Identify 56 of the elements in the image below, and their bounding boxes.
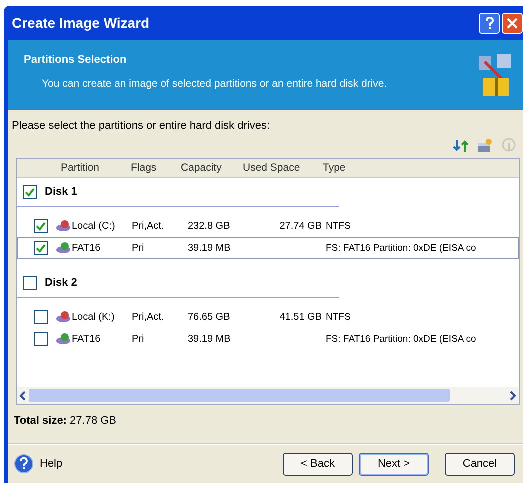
help-button[interactable] <box>479 12 500 34</box>
column-header[interactable]: Flags <box>131 162 181 174</box>
table-cell-text: FAT16 <box>72 242 102 254</box>
close-icon <box>507 18 518 28</box>
partition-row[interactable]: FAT16 Pri 39.19 MB FS: FAT16 Partition: 0xDE (EISA co <box>17 328 519 350</box>
wizard-drawing <box>477 52 513 98</box>
scroll-thumb[interactable] <box>29 389 450 402</box>
table-cell-text: Local (K:) <box>72 312 116 322</box>
wizard-button[interactable]: Next > <box>359 452 429 476</box>
checkbox[interactable] <box>34 310 48 324</box>
total-size-text: Total size: 27.78 GB <box>14 415 117 427</box>
scroll-left-icon[interactable] <box>19 390 27 400</box>
table-cell-text: NTFS <box>325 220 352 232</box>
column-header[interactable]: Type <box>323 162 519 174</box>
table-cell-text: Pri,Act. <box>132 220 166 232</box>
table-cell-text: 39.19 MB <box>188 242 232 254</box>
table-cell-text: Pri,Act. <box>132 312 166 322</box>
checkbox[interactable] <box>34 332 48 346</box>
help-icon[interactable] <box>14 454 34 474</box>
checkbox[interactable] <box>34 241 48 255</box>
table-cell-text: 39.19 MB <box>188 334 232 344</box>
partition-row[interactable]: FAT16 Pri 39.19 MB FS: FAT16 Partition: 0xDE (EISA co <box>17 237 519 259</box>
table-cell-text: Local (C:) <box>72 220 116 232</box>
partition-row[interactable]: Local (K:) Pri,Act. 76.65 GB 41.51 GB NTFS <box>17 306 519 328</box>
disk-icon[interactable] <box>477 138 493 154</box>
table-cell-text: 76.65 GB <box>188 312 232 322</box>
table-cell-text: 41.51 GB <box>278 312 322 322</box>
arrows-icon[interactable] <box>453 138 469 154</box>
table-cell-text: Pri <box>132 242 146 254</box>
disk-name: Disk 1 <box>45 186 78 198</box>
column-header[interactable]: Capacity <box>181 162 243 174</box>
help-link[interactable]: Help <box>40 458 63 470</box>
table-cell-text: FS: FAT16 Partition: 0xDE (EISA co <box>325 242 478 254</box>
wizard-button[interactable]: Cancel <box>445 452 515 476</box>
scroll-right-icon[interactable] <box>509 390 517 400</box>
partition-row[interactable]: Local (C:) Pri,Act. 232.8 GB 27.74 GB NTFS <box>17 215 519 237</box>
table-cell-text: NTFS <box>325 312 352 322</box>
checkbox[interactable] <box>23 276 37 290</box>
table-cell-text: 232.8 GB <box>188 220 232 232</box>
table-cell-text: FAT16 <box>72 334 102 344</box>
instruction-text: Please select the partitions or entire hard disk drives: <box>11 119 272 132</box>
table-cell-text: 27.74 GB <box>278 220 322 232</box>
disk-name: Disk 2 <box>45 277 78 289</box>
question-mark-icon <box>484 16 494 30</box>
window-title: Create Image Wizard <box>12 15 150 31</box>
horizontal-scrollbar[interactable] <box>17 387 519 404</box>
checkbox[interactable] <box>34 219 48 233</box>
table-cell-text: FS: FAT16 Partition: 0xDE (EISA co <box>325 334 478 344</box>
column-header[interactable]: Partition <box>61 162 131 174</box>
wizard-button[interactable]: < Back <box>283 452 353 476</box>
page-subtitle: You can create an image of selected partitions or an entire hard disk drive. <box>41 78 388 90</box>
page-title: Partitions Selection <box>24 54 128 66</box>
column-header[interactable]: Used Space <box>243 162 323 174</box>
table-cell-text: Pri <box>132 334 146 344</box>
close-button[interactable] <box>502 12 523 34</box>
checkbox[interactable] <box>23 185 37 199</box>
